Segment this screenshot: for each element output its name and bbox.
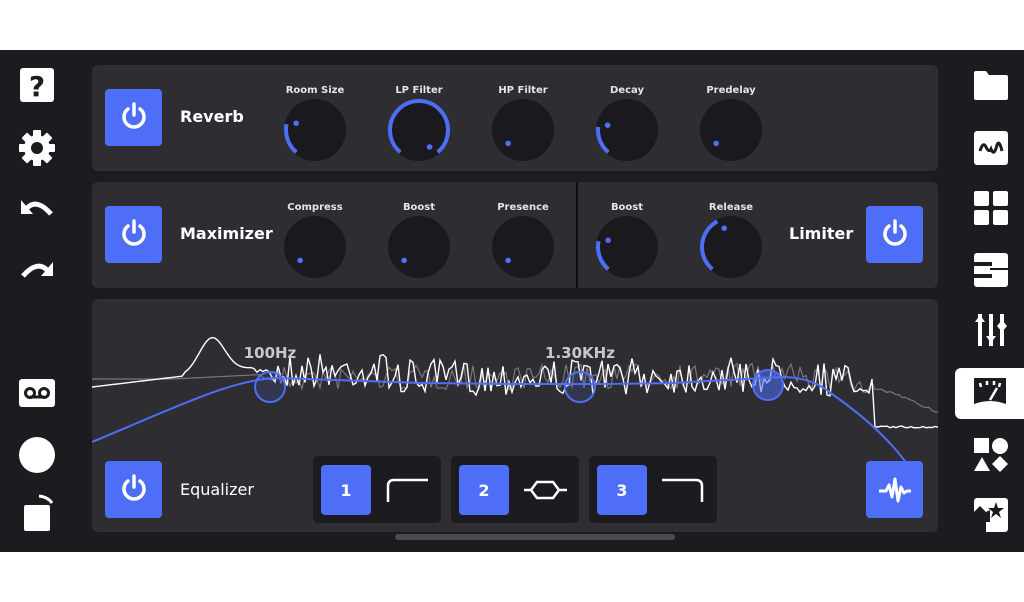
high-pass-icon[interactable] (383, 472, 433, 508)
power-icon (121, 218, 147, 251)
record-icon[interactable] (17, 435, 57, 475)
rotate-square-icon[interactable] (20, 493, 60, 533)
reverb-knob-decay[interactable] (595, 98, 659, 162)
help-icon[interactable]: ? (17, 65, 57, 105)
eq-band-2-handle[interactable] (564, 371, 596, 403)
limiter-knob-release[interactable] (699, 215, 763, 279)
power-icon (882, 218, 908, 251)
maximizer-title: Maximizer (180, 224, 273, 243)
spectrum-icon (878, 477, 911, 502)
image-star-icon[interactable] (971, 495, 1011, 535)
spectrum-reference-line (92, 362, 938, 413)
piano-icon[interactable] (971, 250, 1011, 290)
mixer-sliders-icon[interactable] (971, 310, 1011, 350)
low-pass-icon[interactable] (659, 472, 709, 508)
eq-band-1-handle[interactable] (254, 371, 286, 403)
panel-divider (576, 182, 578, 288)
equalizer-title: Equalizer (180, 480, 254, 499)
eq-band-2[interactable]: 2 (451, 456, 579, 523)
reverb-knob-lp-filter[interactable] (387, 98, 451, 162)
eq-band-2-frequency-label: 1.30KHz (545, 344, 615, 362)
horizontal-scrollbar[interactable] (395, 534, 675, 540)
reverb-knob-label: Predelay (706, 85, 756, 96)
eq-band-2-number[interactable]: 2 (459, 465, 509, 515)
reverb-knob-label: LP Filter (395, 85, 443, 96)
reverb-knob-label: Decay (610, 85, 644, 96)
maximizer-knob-label: Boost (402, 202, 436, 213)
reverb-knob-room-size[interactable] (283, 98, 347, 162)
eq-band-1-frequency-label: 100Hz (243, 344, 297, 362)
peak-filter-icon[interactable] (521, 472, 571, 508)
limiter-knob-label: Release (708, 202, 754, 213)
limiter-knob-label: Boost (610, 202, 644, 213)
reverb-knob-label: Room Size (285, 85, 345, 96)
undo-icon[interactable] (17, 188, 57, 228)
waveform-icon[interactable] (971, 128, 1011, 168)
reverb-knob-label: HP Filter (498, 85, 548, 96)
limiter-power-button[interactable] (866, 206, 923, 263)
spectrum-button[interactable] (866, 461, 923, 518)
equalizer-power-button[interactable] (105, 461, 162, 518)
voicemail-icon[interactable] (17, 373, 57, 413)
maximizer-knob-label: Presence (497, 202, 549, 213)
eq-band-1[interactable]: 1 (313, 456, 441, 523)
eq-response-curve (92, 375, 908, 465)
eq-band-1-number[interactable]: 1 (321, 465, 371, 515)
eq-band-3-handle[interactable] (752, 369, 784, 401)
reverb-title: Reverb (180, 107, 244, 126)
redo-icon[interactable] (17, 250, 57, 290)
shapes-icon[interactable] (971, 435, 1011, 475)
meter-icon[interactable] (970, 373, 1010, 413)
equalizer-panel: 100Hz 1.30KHz Equalizer 1 2 3 (92, 299, 938, 532)
power-icon (121, 473, 147, 506)
eq-band-3[interactable]: 3 (589, 456, 717, 523)
maximizer-knob-label: Compress (287, 202, 343, 213)
maximizer-knob-compress[interactable] (283, 215, 347, 279)
eq-band-3-number[interactable]: 3 (597, 465, 647, 515)
power-icon (121, 101, 147, 134)
folder-icon[interactable] (971, 65, 1011, 105)
reverb-power-button[interactable] (105, 89, 162, 146)
limiter-knob-boost[interactable] (595, 215, 659, 279)
gear-icon[interactable] (17, 128, 57, 168)
app-window: ? Reverb Maximizer Limiter Room Size LP … (0, 50, 1024, 552)
grid-icon[interactable] (971, 188, 1011, 228)
reverb-knob-predelay[interactable] (699, 98, 763, 162)
maximizer-power-button[interactable] (105, 206, 162, 263)
maximizer-knob-presence[interactable] (491, 215, 555, 279)
limiter-title: Limiter (789, 224, 854, 243)
reverb-knob-hp-filter[interactable] (491, 98, 555, 162)
maximizer-knob-boost[interactable] (387, 215, 451, 279)
svg-text:?: ? (29, 70, 45, 103)
